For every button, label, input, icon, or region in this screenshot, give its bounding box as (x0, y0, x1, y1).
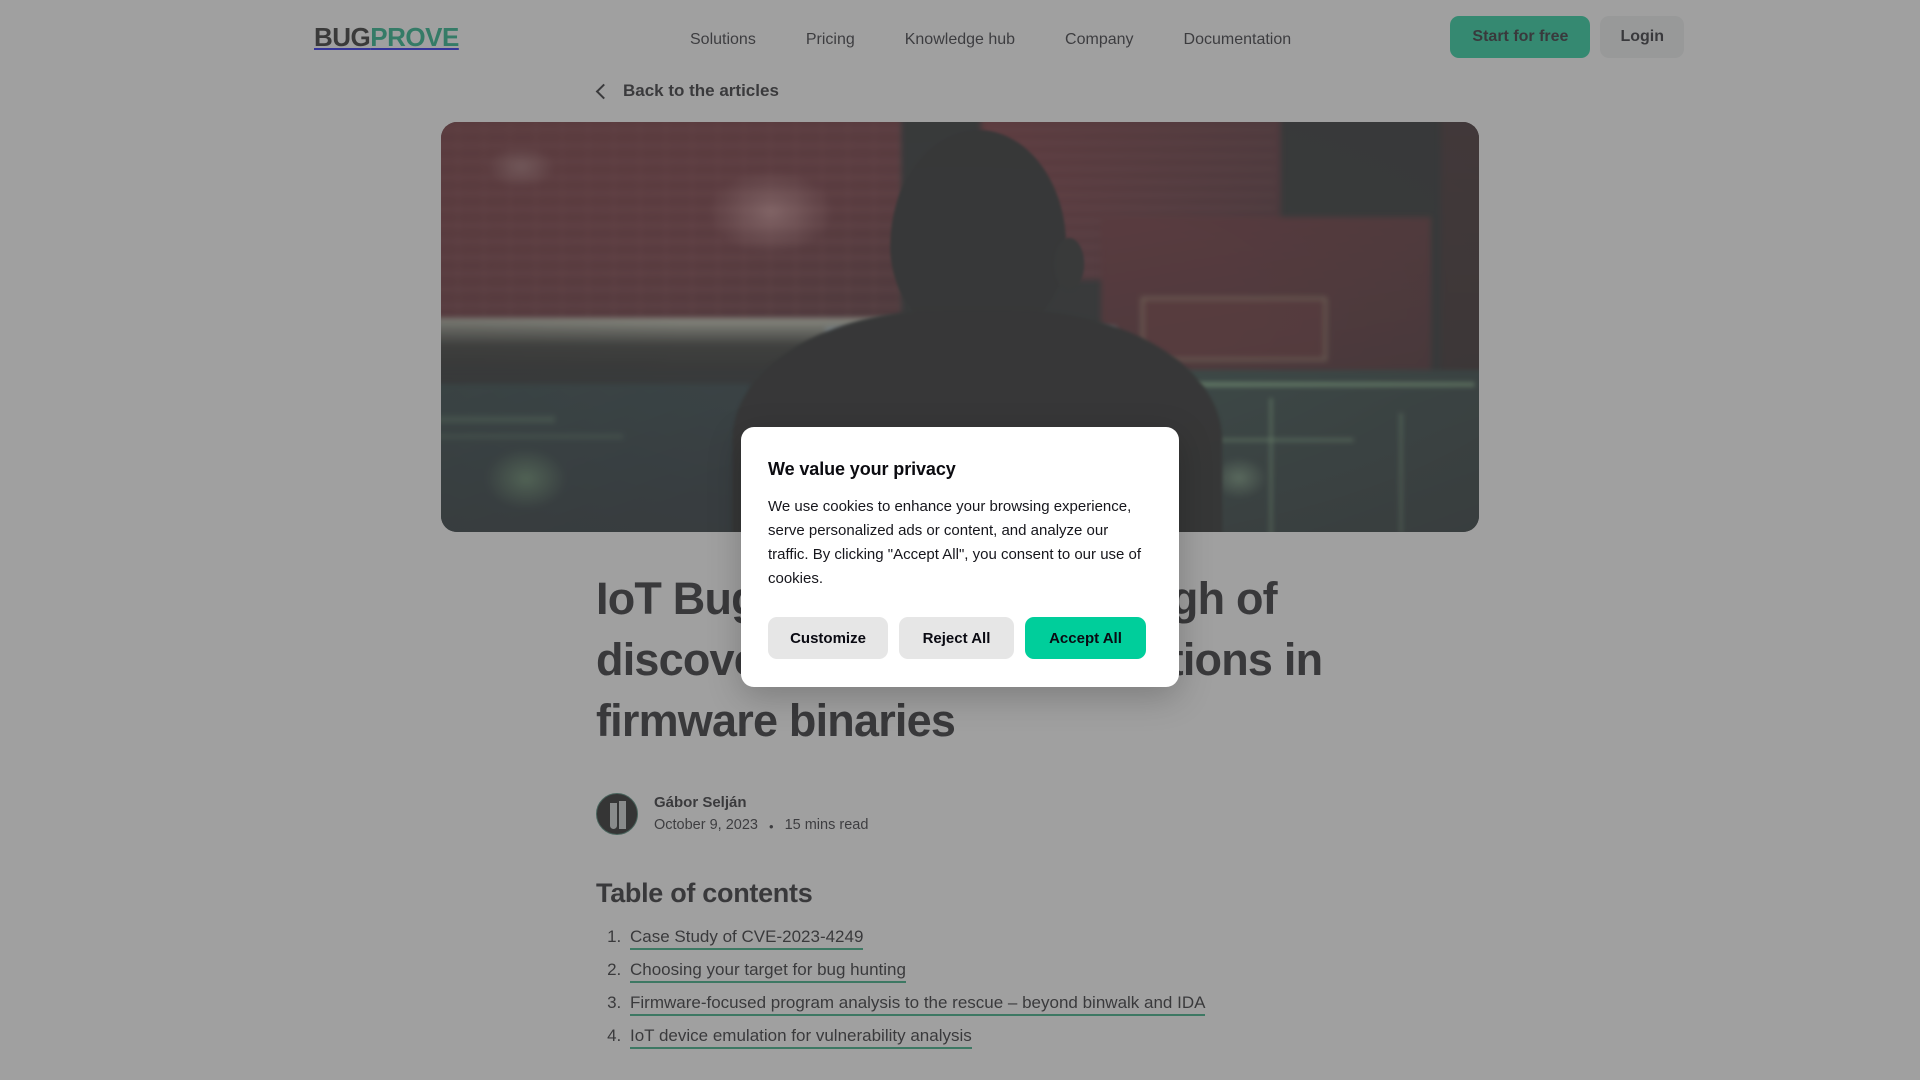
cookie-consent-dialog: We value your privacy We use cookies to … (741, 427, 1179, 687)
customize-cookies-button[interactable]: Customize (768, 617, 888, 659)
cookie-dialog-title: We value your privacy (768, 459, 956, 479)
cookie-dialog-actions: Customize Reject All Accept All (768, 617, 1152, 659)
cookie-dialog-body: We use cookies to enhance your browsing … (768, 498, 1142, 587)
accept-all-cookies-button[interactable]: Accept All (1025, 617, 1146, 659)
reject-all-cookies-button[interactable]: Reject All (899, 617, 1014, 659)
